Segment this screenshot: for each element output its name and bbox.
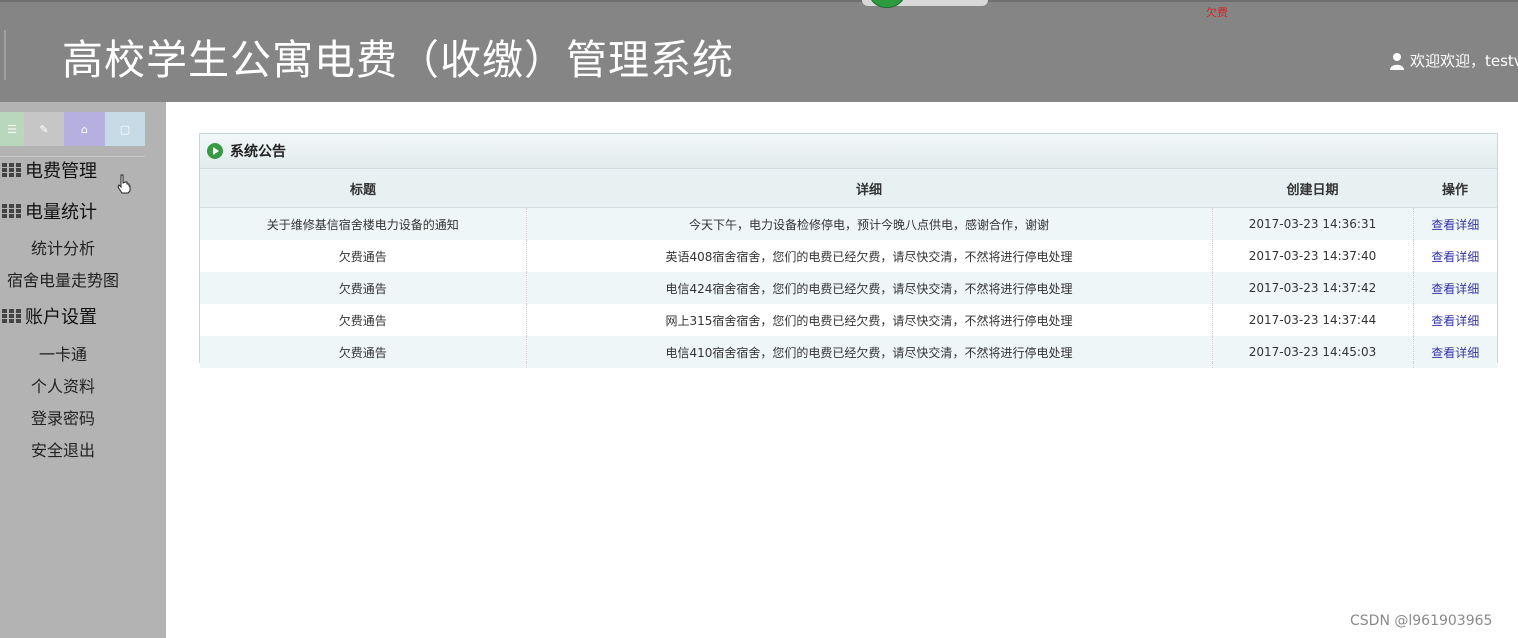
play-circle-icon <box>207 143 223 159</box>
square-icon[interactable]: ▢ <box>105 112 145 146</box>
table-row: 欠费通告 网上315宿舍宿舍，您们的电费已经欠费，请尽快交清，不然将进行停电处理… <box>200 304 1497 336</box>
sidebar-toolbar: ☰ ✎ ⌂ ▢ <box>0 112 145 146</box>
sidebar-item-profile[interactable]: 个人资料 <box>0 373 126 397</box>
cell-title: 关于维修基信宿舍楼电力设备的通知 <box>200 207 526 240</box>
sidebar-section-label: 账户设置 <box>25 307 97 328</box>
welcome-user[interactable]: 欢迎欢迎，testv <box>1389 50 1518 71</box>
notice-title: 系统公告 <box>230 144 286 160</box>
cell-title: 欠费通告 <box>200 272 526 304</box>
view-detail-link[interactable]: 查看详细 <box>1431 218 1479 232</box>
sidebar: ☰ ✎ ⌂ ▢ 电费管理 电量统计 统计分析 宿舍电量走势图 账户设置 一卡通 … <box>0 102 166 638</box>
view-detail-link[interactable]: 查看详细 <box>1431 282 1479 296</box>
header: 欠费 高校学生公寓电费（收缴）管理系统 欢迎欢迎，testv <box>0 0 1518 102</box>
cell-title: 欠费通告 <box>200 304 526 336</box>
user-icon <box>1390 52 1404 70</box>
column-header: 详细 <box>526 169 1212 208</box>
watermark: CSDN @l961903965 <box>1350 613 1493 629</box>
edit-icon[interactable]: ✎ <box>24 112 64 146</box>
home-icon[interactable]: ⌂ <box>64 112 105 146</box>
cell-action: 查看详细 <box>1412 207 1497 240</box>
column-header: 标题 <box>200 169 526 208</box>
cell-date: 2017-03-23 14:37:44 <box>1211 304 1413 336</box>
notice-panel-header: 系统公告 <box>200 134 1497 169</box>
cell-action: 查看详细 <box>1412 336 1497 368</box>
page-title: 高校学生公寓电费（收缴）管理系统 <box>62 36 734 84</box>
sidebar-section-stats[interactable]: 电量统计 <box>2 198 97 224</box>
sidebar-item-logout[interactable]: 安全退出 <box>0 437 126 461</box>
green-record-icon[interactable] <box>868 0 906 8</box>
notice-panel: 系统公告 标题 详细 创建日期 操作 关于维修基信宿舍楼电力设备的通知 今天下午… <box>199 133 1498 368</box>
sidebar-section-fee[interactable]: 电费管理 <box>2 157 97 183</box>
overdue-mark: 欠费 <box>1206 6 1228 19</box>
column-header: 创建日期 <box>1212 169 1413 208</box>
cell-detail: 网上315宿舍宿舍，您们的电费已经欠费，请尽快交清，不然将进行停电处理 <box>525 304 1212 336</box>
table-row: 关于维修基信宿舍楼电力设备的通知 今天下午，电力设备检修停电，预计今晚八点供电，… <box>200 207 1497 240</box>
grid-icon <box>2 309 21 323</box>
cell-action: 查看详细 <box>1412 240 1497 272</box>
view-detail-link[interactable]: 查看详细 <box>1431 250 1479 264</box>
table-header-row: 标题 详细 创建日期 操作 <box>200 169 1497 208</box>
cell-action: 查看详细 <box>1412 304 1497 336</box>
grid-icon <box>2 204 21 218</box>
table-row: 欠费通告 英语408宿舍宿舍，您们的电费已经欠费，请尽快交清，不然将进行停电处理… <box>200 240 1497 272</box>
header-top-line <box>0 0 1518 2</box>
sidebar-section-label: 电量统计 <box>25 202 97 223</box>
cell-date: 2017-03-23 14:36:31 <box>1211 207 1413 240</box>
welcome-text: 欢迎欢迎，testv <box>1410 52 1518 70</box>
grid-icon <box>2 163 21 177</box>
cell-title: 欠费通告 <box>200 336 526 368</box>
cell-title: 欠费通告 <box>200 240 526 272</box>
cell-detail: 英语408宿舍宿舍，您们的电费已经欠费，请尽快交清，不然将进行停电处理 <box>525 240 1212 272</box>
cell-detail: 电信424宿舍宿舍，您们的电费已经欠费，请尽快交清，不然将进行停电处理 <box>525 272 1212 304</box>
sidebar-section-account[interactable]: 账户设置 <box>2 303 97 329</box>
cell-detail: 电信410宿舍宿舍，您们的电费已经欠费，请尽快交清，不然将进行停电处理 <box>525 336 1212 368</box>
cell-date: 2017-03-23 14:45:03 <box>1211 336 1413 368</box>
sidebar-item-analysis[interactable]: 统计分析 <box>0 235 126 259</box>
cell-action: 查看详细 <box>1412 272 1497 304</box>
view-detail-link[interactable]: 查看详细 <box>1431 346 1479 360</box>
cell-detail: 今天下午，电力设备检修停电，预计今晚八点供电，感谢合作，谢谢 <box>525 207 1212 240</box>
sidebar-item-password[interactable]: 登录密码 <box>0 405 126 429</box>
view-detail-link[interactable]: 查看详细 <box>1431 314 1479 328</box>
table-row: 欠费通告 电信410宿舍宿舍，您们的电费已经欠费，请尽快交清，不然将进行停电处理… <box>200 336 1497 368</box>
cell-date: 2017-03-23 14:37:42 <box>1211 272 1413 304</box>
header-left-bar <box>4 30 6 80</box>
sidebar-item-trend-chart[interactable]: 宿舍电量走势图 <box>0 267 126 291</box>
sidebar-section-label: 电费管理 <box>25 161 97 182</box>
column-header: 操作 <box>1413 169 1497 208</box>
cell-date: 2017-03-23 14:37:40 <box>1211 240 1413 272</box>
sidebar-item-card[interactable]: 一卡通 <box>0 341 126 365</box>
floating-toolbar[interactable] <box>862 0 988 8</box>
table-row: 欠费通告 电信424宿舍宿舍，您们的电费已经欠费，请尽快交清，不然将进行停电处理… <box>200 272 1497 304</box>
notice-table: 标题 详细 创建日期 操作 关于维修基信宿舍楼电力设备的通知 今天下午，电力设备… <box>200 169 1497 368</box>
hand-cursor-icon <box>117 174 131 194</box>
list-icon[interactable]: ☰ <box>0 112 24 146</box>
